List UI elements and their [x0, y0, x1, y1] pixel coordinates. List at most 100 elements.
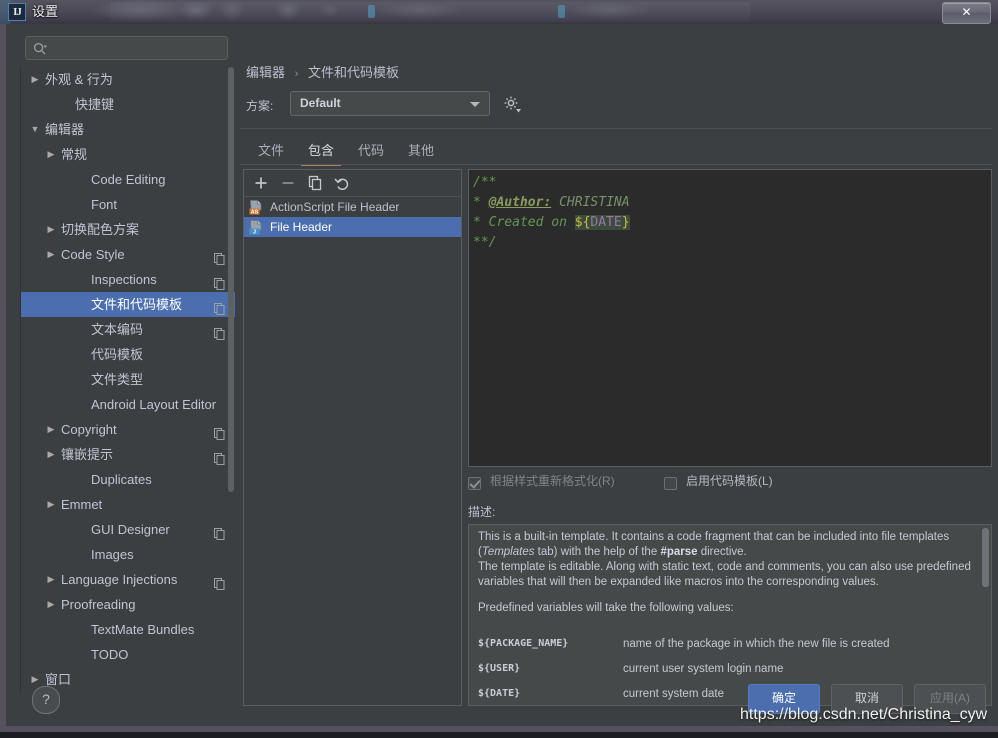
enable-live-templates-label: 启用代码模板(L) [686, 474, 773, 488]
search-input[interactable] [52, 40, 226, 60]
sidebar-item-13[interactable]: Android Layout Editor [21, 392, 235, 417]
sidebar-item-label: 常规 [61, 147, 88, 162]
tab-2[interactable]: 代码 [346, 134, 396, 166]
sidebar-item-10[interactable]: 文本编码 [21, 317, 235, 342]
sidebar-item-0[interactable]: ▶ 外观 & 行为 [21, 67, 235, 92]
code-author-tag: @Author: [488, 195, 552, 210]
sidebar-item-label: Android Layout Editor [91, 397, 217, 412]
tab-1[interactable]: 包含 [296, 134, 346, 166]
sidebar-item-9[interactable]: 文件和代码模板 [21, 292, 235, 317]
sidebar-item-label: Code Style [61, 247, 125, 262]
reformat-checkbox[interactable] [468, 477, 481, 490]
sidebar-item-8[interactable]: Inspections [21, 267, 235, 292]
copy-template-button[interactable] [305, 173, 325, 193]
copy-scope-icon [214, 248, 225, 265]
sidebar-item-18[interactable]: GUI Designer [21, 517, 235, 542]
tab-3[interactable]: 其他 [396, 134, 446, 166]
sidebar-item-17[interactable]: ▶ Emmet [21, 492, 235, 517]
description-p1c: directive. [697, 546, 747, 558]
description-label: 描述: [468, 505, 496, 519]
sidebar-item-label: Language Injections [61, 572, 178, 587]
sidebar-item-5[interactable]: Font [21, 192, 235, 217]
title-bar-ghost-tabs [110, 2, 750, 22]
sidebar-item-3[interactable]: ▶ 常规 [21, 142, 235, 167]
template-list-item[interactable]: J File Header [244, 217, 461, 237]
sidebar-item-7[interactable]: ▶ Code Style [21, 242, 235, 267]
chevron-right-icon[interactable]: ▶ [45, 492, 57, 517]
sidebar-item-23[interactable]: TODO [21, 642, 235, 667]
template-list-item[interactable]: AS ActionScript File Header [244, 197, 461, 217]
copy-scope-icon [214, 323, 225, 340]
sidebar-item-1[interactable]: 快捷键 [21, 92, 235, 117]
chevron-right-icon[interactable]: ▶ [45, 417, 57, 442]
template-list-item-label: ActionScript File Header [270, 200, 400, 214]
sidebar-item-16[interactable]: Duplicates [21, 467, 235, 492]
scheme-selected-value: Default [300, 96, 341, 110]
tab-0[interactable]: 文件 [246, 134, 296, 166]
sidebar-item-21[interactable]: ▶ Proofreading [21, 592, 235, 617]
template-list-toolbar [244, 170, 461, 197]
remove-template-button[interactable] [278, 173, 298, 193]
sidebar-item-2[interactable]: ▼ 编辑器 [21, 117, 235, 142]
sidebar-item-label: 切换配色方案 [61, 222, 140, 237]
description-p3: Predefined variables will take the follo… [478, 602, 734, 614]
sidebar-item-label: Images [91, 547, 134, 562]
variable-row: ${PACKAGE_NAME} name of the package in wh… [478, 638, 978, 663]
chevron-right-icon[interactable]: ▶ [45, 217, 57, 242]
code-date-variable: ${DATE} [574, 215, 630, 230]
gear-icon[interactable] [501, 93, 523, 115]
sidebar-scrollbar[interactable] [228, 67, 234, 667]
chevron-right-icon[interactable]: ▶ [45, 442, 57, 467]
variable-name: ${PACKAGE_NAME} [478, 638, 569, 649]
svg-text:AS: AS [251, 209, 259, 215]
chevron-right-icon[interactable]: ▶ [45, 567, 57, 592]
code-author-value: CHRISTINA [551, 195, 630, 210]
ghost-tab-marker [368, 5, 375, 18]
sidebar-item-label: 快捷键 [75, 97, 115, 112]
help-button[interactable]: ? [32, 686, 60, 714]
template-code-editor[interactable]: /** * @Author: CHRISTINA * Created on ${… [468, 169, 992, 467]
sidebar-item-20[interactable]: ▶ Language Injections [21, 567, 235, 592]
chevron-right-icon[interactable]: ▶ [29, 67, 41, 92]
sidebar-item-19[interactable]: Images [21, 542, 235, 567]
sidebar-item-label: 文本编码 [91, 322, 144, 337]
sidebar-item-22[interactable]: TextMate Bundles [21, 617, 235, 642]
settings-main-panel: 编辑器 › 文件和代码模板 方案: Default 文件 包含 代码 其他 AS… [240, 36, 992, 706]
search-field[interactable] [25, 36, 228, 60]
template-category-tabs[interactable]: 文件 包含 代码 其他 [246, 134, 446, 166]
chevron-down-icon[interactable]: ▼ [29, 117, 41, 142]
chevron-right-icon[interactable]: ▶ [45, 142, 57, 167]
sidebar-item-label: 代码模板 [91, 347, 144, 362]
description-templates-italic: Templates [481, 546, 535, 558]
enable-live-templates-checkbox[interactable] [664, 477, 677, 490]
sidebar-item-14[interactable]: ▶ Copyright [21, 417, 235, 442]
sidebar-item-15[interactable]: ▶ 镶嵌提示 [21, 442, 235, 467]
sidebar-item-12[interactable]: 文件类型 [21, 367, 235, 392]
sidebar-item-label: Copyright [61, 422, 117, 437]
add-template-button[interactable] [251, 173, 271, 193]
copy-scope-icon [214, 298, 225, 315]
breadcrumb-current: 文件和代码模板 [307, 65, 399, 80]
close-icon[interactable]: ✕ [942, 2, 991, 24]
sidebar-scroll-thumb[interactable] [228, 67, 234, 492]
settings-tree[interactable]: ▶ 外观 & 行为 快捷键 ▼ 编辑器 ▶ 常规 Code Editing Font ▶ 切换配色方… [20, 67, 235, 705]
sidebar-item-4[interactable]: Code Editing [21, 167, 235, 192]
watermark-url: https://blog.csdn.net/Christina_cyw [740, 706, 988, 723]
sidebar-item-11[interactable]: 代码模板 [21, 342, 235, 367]
sidebar-item-6[interactable]: ▶ 切换配色方案 [21, 217, 235, 242]
sidebar-item-label: 镶嵌提示 [61, 447, 114, 462]
template-list[interactable]: AS ActionScript File Header J File Header [244, 197, 461, 705]
sidebar-item-label: TextMate Bundles [91, 622, 195, 637]
chevron-right-icon[interactable]: ▶ [45, 592, 57, 617]
reformat-checkbox-label: 根据样式重新格式化(R) [490, 474, 615, 488]
scheme-divider [240, 128, 992, 129]
sidebar-item-label: 外观 & 行为 [45, 72, 113, 87]
reset-template-button[interactable] [332, 173, 352, 193]
template-options-row: 根据样式重新格式化(R) 启用代码模板(L) [468, 474, 992, 496]
description-p2: The template is editable. Along with sta… [478, 561, 971, 588]
scheme-dropdown[interactable]: Default [290, 91, 490, 116]
description-scroll-thumb[interactable] [982, 528, 989, 587]
sidebar-item-label: 文件类型 [91, 372, 144, 387]
chevron-right-icon[interactable]: ▶ [45, 242, 57, 267]
breadcrumb-parent[interactable]: 编辑器 [246, 65, 285, 80]
